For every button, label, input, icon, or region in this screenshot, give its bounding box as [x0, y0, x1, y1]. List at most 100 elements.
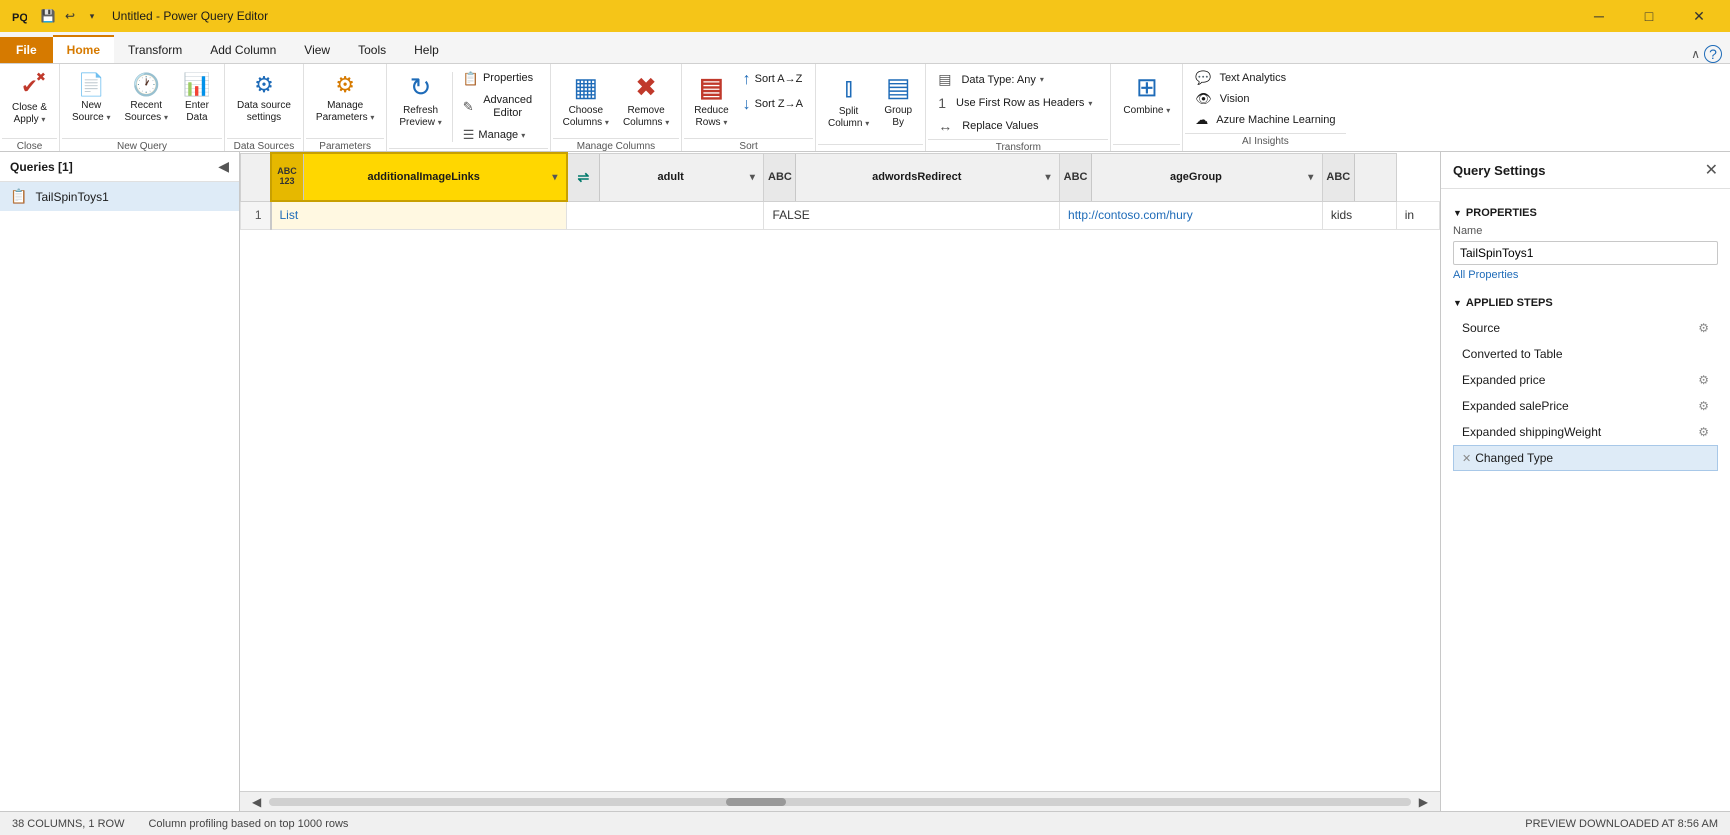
- step-converted-to-table-label: Converted to Table: [1462, 347, 1709, 361]
- step-changed-type[interactable]: ✕ Changed Type: [1453, 445, 1718, 471]
- use-first-row-button[interactable]: Use First Row as Headers ▾: [950, 95, 1098, 111]
- refresh-preview-button[interactable]: ↻ RefreshPreview ▾: [393, 68, 447, 136]
- col-header-ageGroup: ABC ageGroup ▾: [1060, 153, 1323, 201]
- azure-ml-icon: ☁: [1195, 112, 1208, 128]
- grid-container[interactable]: ABC123 additionalImageLinks ▾ ⇌ adult: [240, 152, 1440, 791]
- col-filter-adwordsRedirect[interactable]: ▾: [1037, 154, 1059, 201]
- step-source[interactable]: Source ⚙: [1453, 315, 1718, 341]
- status-preview-time: PREVIEW DOWNLOADED AT 8:56 AM: [1525, 818, 1718, 830]
- row-num-1: 1: [241, 201, 271, 229]
- step-changed-type-delete[interactable]: ✕: [1462, 452, 1471, 465]
- status-profiling: Column profiling based on top 1000 rows: [148, 818, 348, 830]
- refresh-preview-label: RefreshPreview ▾: [399, 105, 441, 129]
- grid-body: 1 List FALSE http://contoso.com/hury kid…: [241, 201, 1440, 229]
- undo-quick-btn[interactable]: ↩: [60, 6, 80, 26]
- minimize-btn[interactable]: ─: [1576, 0, 1622, 32]
- tab-add-column[interactable]: Add Column: [196, 37, 290, 63]
- sort-desc-icon: ↓: [743, 96, 751, 114]
- vision-button[interactable]: 👁 Vision: [1189, 89, 1341, 109]
- step-expanded-price[interactable]: Expanded price ⚙: [1453, 367, 1718, 393]
- query-settings-panel: Query Settings ✕ ▼ PROPERTIES Name All P…: [1440, 152, 1730, 811]
- sort-desc-button[interactable]: ↓ Sort Z→A: [737, 93, 809, 117]
- tab-file[interactable]: File: [0, 37, 53, 63]
- col-header-adwordsRedirect: ABC adwordsRedirect ▾: [764, 153, 1060, 201]
- all-properties-link[interactable]: All Properties: [1453, 269, 1718, 281]
- maximize-btn[interactable]: □: [1626, 0, 1672, 32]
- recent-sources-button[interactable]: 🕐 RecentSources ▾: [119, 68, 174, 136]
- combine-group-label: [1113, 144, 1180, 151]
- ribbon-collapse-btn[interactable]: ∧: [1691, 47, 1700, 61]
- ribbon-group-query: ↻ RefreshPreview ▾ 📋 Properties ✎ Advanc…: [387, 64, 550, 151]
- text-analytics-button[interactable]: 💬 Text Analytics: [1189, 68, 1341, 88]
- data-type-button[interactable]: Data Type: Any ▾: [955, 72, 1049, 88]
- col-header-inner-adult: ⇌ adult ▾: [568, 154, 764, 201]
- col-type-icon-adult[interactable]: ⇌: [568, 154, 600, 201]
- sort-small-buttons: ↑ Sort A→Z ↓ Sort Z→A: [737, 68, 809, 117]
- split-column-button[interactable]: ⫾ SplitColumn ▾: [822, 68, 875, 136]
- close-apply-button[interactable]: ✔ ✖ Close &Apply ▾: [6, 68, 53, 136]
- reduce-rows-button[interactable]: ▤ ReduceRows ▾: [688, 68, 734, 136]
- step-expanded-sale-price[interactable]: Expanded salePrice ⚙: [1453, 393, 1718, 419]
- manage-parameters-button[interactable]: ⚙ ManageParameters ▾: [310, 68, 380, 136]
- recent-sources-icon: 🕐: [133, 72, 160, 98]
- help-btn[interactable]: ?: [1704, 45, 1722, 63]
- close-btn[interactable]: ✕: [1676, 0, 1722, 32]
- reduce-rows-icon: ▤: [699, 72, 724, 103]
- scroll-right-btn[interactable]: ▶: [1415, 795, 1432, 809]
- status-columns-rows: 38 COLUMNS, 1 ROW: [12, 818, 124, 830]
- tab-view[interactable]: View: [290, 37, 344, 63]
- cell-additionalImageLinks-1[interactable]: List: [271, 201, 567, 229]
- tab-transform[interactable]: Transform: [114, 37, 196, 63]
- step-expanded-price-gear[interactable]: ⚙: [1698, 373, 1709, 387]
- step-expanded-shipping-weight-gear[interactable]: ⚙: [1698, 425, 1709, 439]
- col-name-adwordsRedirect: adwordsRedirect: [796, 171, 1037, 183]
- data-source-settings-button[interactable]: ⚙ Data sourcesettings: [231, 68, 297, 136]
- properties-button[interactable]: 📋 Properties: [457, 68, 544, 90]
- col-type-icon-adwordsRedirect[interactable]: ABC: [764, 154, 796, 201]
- group-by-button[interactable]: ▤ GroupBy: [877, 68, 919, 136]
- col-filter-ageGroup[interactable]: ▾: [1300, 154, 1322, 201]
- step-source-gear[interactable]: ⚙: [1698, 321, 1709, 335]
- azure-ml-button[interactable]: ☁ Azure Machine Learning: [1189, 110, 1341, 130]
- cell-adwordsRedirectUrl-1: http://contoso.com/hury: [1060, 201, 1323, 229]
- col-type-icon-ageGroup[interactable]: ABC: [1060, 154, 1092, 201]
- tab-home[interactable]: Home: [53, 35, 114, 63]
- scroll-left-btn[interactable]: ◀: [248, 795, 265, 809]
- queries-collapse-btn[interactable]: ◀: [218, 158, 229, 175]
- step-converted-to-table[interactable]: Converted to Table: [1453, 341, 1718, 367]
- properties-section-caret: ▼: [1453, 208, 1462, 218]
- col-name-additionalImageLinks: additionalImageLinks: [304, 171, 544, 183]
- manage-button[interactable]: ☰ Manage ▾: [457, 124, 544, 146]
- combine-button[interactable]: ⊞ Combine ▾: [1117, 68, 1176, 136]
- data-area: ABC123 additionalImageLinks ▾ ⇌ adult: [240, 152, 1440, 811]
- col-header-adult: ⇌ adult ▾: [567, 153, 764, 201]
- cell-adult-1: [567, 201, 764, 229]
- remove-columns-button[interactable]: ✖ RemoveColumns ▾: [617, 68, 675, 136]
- col-type-icon-additionalImageLinks[interactable]: ABC123: [272, 154, 304, 200]
- advanced-editor-button[interactable]: ✎ Advanced Editor: [457, 91, 544, 123]
- settings-panel-close-btn[interactable]: ✕: [1705, 160, 1718, 180]
- choose-columns-button[interactable]: ▦ ChooseColumns ▾: [557, 68, 615, 136]
- scroll-track[interactable]: [269, 798, 1411, 806]
- step-expanded-shipping-weight[interactable]: Expanded shippingWeight ⚙: [1453, 419, 1718, 445]
- tab-help[interactable]: Help: [400, 37, 453, 63]
- query-item-tailspintoys1[interactable]: 📋 TailSpinToys1: [0, 182, 239, 211]
- tab-tools[interactable]: Tools: [344, 37, 400, 63]
- name-field-input[interactable]: [1453, 241, 1718, 265]
- step-expanded-sale-price-gear[interactable]: ⚙: [1698, 399, 1709, 413]
- ribbon-group-combine: ⊞ Combine ▾: [1111, 64, 1183, 151]
- sort-desc-label: Sort Z→A: [755, 98, 803, 111]
- sort-asc-button[interactable]: ↑ Sort A→Z: [737, 68, 809, 92]
- window-title: Untitled - Power Query Editor: [112, 9, 268, 23]
- combine-icon: ⊞: [1136, 72, 1158, 103]
- scroll-thumb[interactable]: [726, 798, 786, 806]
- col-filter-additionalImageLinks[interactable]: ▾: [544, 154, 566, 200]
- enter-data-button[interactable]: 📊 EnterData: [176, 68, 218, 136]
- save-quick-btn[interactable]: 💾: [38, 6, 58, 26]
- new-source-button[interactable]: 📄 NewSource ▾: [66, 68, 116, 136]
- col-filter-adult[interactable]: ▾: [741, 154, 763, 201]
- new-source-label: NewSource ▾: [72, 100, 110, 124]
- recent-sources-label: RecentSources ▾: [125, 100, 168, 124]
- replace-values-button[interactable]: Replace Values: [956, 118, 1044, 134]
- dropdown-quick-btn[interactable]: ▾: [82, 6, 102, 26]
